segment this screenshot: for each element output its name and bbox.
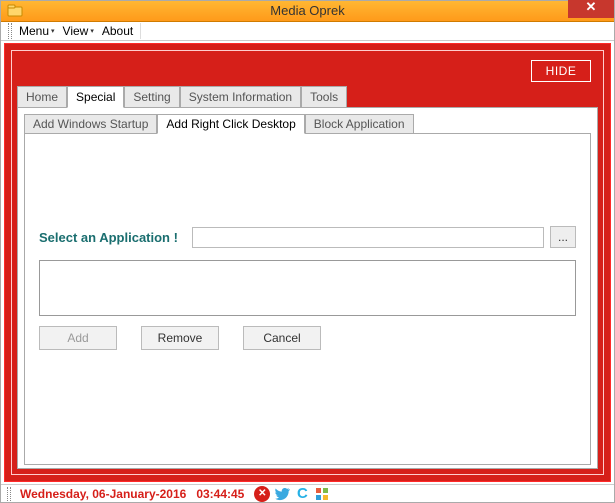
close-button[interactable]: ✕ bbox=[568, 0, 614, 18]
subtab-add-right-click-desktop[interactable]: Add Right Click Desktop bbox=[157, 114, 304, 134]
close-icon: ✕ bbox=[586, 0, 597, 15]
app-window: Media Oprek ✕ Menu ▾ View ▾ About HIDE H… bbox=[0, 0, 615, 503]
toolbar-grip[interactable] bbox=[8, 23, 12, 39]
toolbar-separator bbox=[140, 23, 141, 39]
menu-label: Menu bbox=[19, 24, 49, 38]
tab-body: Add Windows Startup Add Right Click Desk… bbox=[17, 107, 598, 469]
sub-tab-body: Select an Application ! ... Add Remove C… bbox=[24, 133, 591, 465]
chevron-down-icon: ▾ bbox=[51, 27, 55, 35]
add-button[interactable]: Add bbox=[39, 326, 117, 350]
subtab-block-application[interactable]: Block Application bbox=[305, 114, 414, 134]
c-icon[interactable]: C bbox=[294, 486, 310, 502]
menu-bar: Menu ▾ View ▾ About bbox=[1, 22, 614, 41]
button-row: Add Remove Cancel bbox=[39, 326, 576, 350]
squares-icon[interactable] bbox=[314, 486, 330, 502]
app-path-input[interactable] bbox=[192, 227, 544, 248]
menu-label: About bbox=[102, 24, 133, 38]
menu-label: View bbox=[63, 24, 89, 38]
tab-tools[interactable]: Tools bbox=[301, 86, 347, 108]
browse-button[interactable]: ... bbox=[550, 226, 576, 248]
toolbar-grip[interactable] bbox=[7, 487, 11, 501]
menu-menu[interactable]: Menu ▾ bbox=[15, 22, 59, 40]
menu-view[interactable]: View ▾ bbox=[59, 22, 98, 40]
inner-frame: HIDE Home Special Setting System Informa… bbox=[11, 50, 604, 475]
status-date: Wednesday, 06-January-2016 bbox=[20, 487, 186, 501]
select-app-label: Select an Application ! bbox=[39, 230, 178, 245]
window-title: Media Oprek bbox=[1, 3, 614, 18]
tab-special[interactable]: Special bbox=[67, 86, 124, 108]
status-bar: Wednesday, 06-January-2016 03:44:45 ✕ C bbox=[1, 484, 614, 502]
tab-home[interactable]: Home bbox=[17, 86, 67, 108]
title-bar[interactable]: Media Oprek ✕ bbox=[1, 1, 614, 22]
remove-button[interactable]: Remove bbox=[141, 326, 219, 350]
menu-about[interactable]: About bbox=[98, 22, 137, 40]
hide-button[interactable]: HIDE bbox=[531, 60, 591, 82]
app-icon bbox=[7, 3, 23, 19]
app-list-box[interactable] bbox=[39, 260, 576, 316]
cancel-button[interactable]: Cancel bbox=[243, 326, 321, 350]
sub-tabs: Add Windows Startup Add Right Click Desk… bbox=[24, 113, 591, 133]
tab-setting[interactable]: Setting bbox=[124, 86, 179, 108]
status-time: 03:44:45 bbox=[196, 487, 244, 501]
main-tabs: Home Special Setting System Information … bbox=[17, 85, 598, 107]
content-area: HIDE Home Special Setting System Informa… bbox=[4, 43, 611, 482]
chevron-down-icon: ▾ bbox=[90, 27, 94, 35]
subtab-add-windows-startup[interactable]: Add Windows Startup bbox=[24, 114, 157, 134]
tab-system-information[interactable]: System Information bbox=[180, 86, 301, 108]
status-dot-icon[interactable]: ✕ bbox=[254, 486, 270, 502]
status-icons: ✕ C bbox=[254, 486, 330, 502]
select-app-row: Select an Application ! ... bbox=[39, 226, 576, 248]
twitter-icon[interactable] bbox=[274, 486, 290, 502]
